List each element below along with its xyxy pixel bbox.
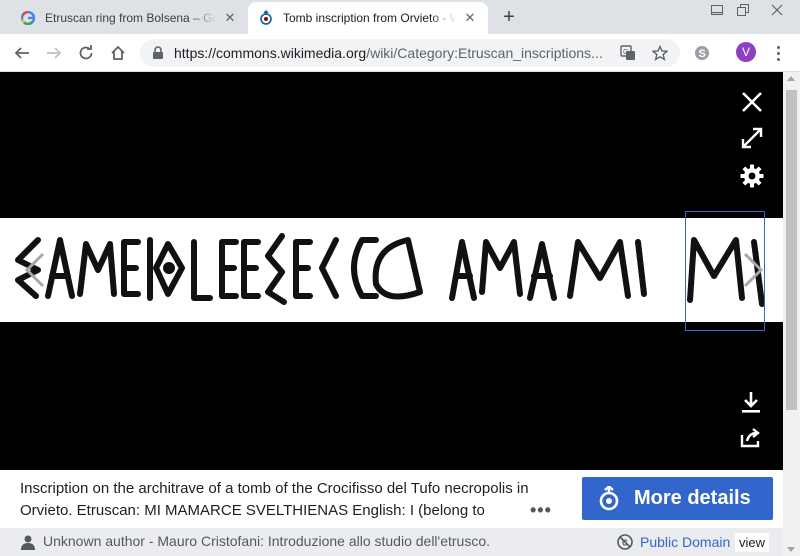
- author-credit: Unknown author - Mauro Cristofani: Intro…: [43, 533, 491, 549]
- close-tab-icon[interactable]: ✕: [222, 10, 238, 26]
- author-user-icon: [21, 535, 35, 550]
- minimize-icon[interactable]: [704, 0, 730, 20]
- more-details-label: More details: [634, 487, 751, 509]
- more-details-button[interactable]: More details: [582, 477, 773, 520]
- close-viewer-icon[interactable]: [738, 88, 766, 116]
- commons-logo-icon: [599, 485, 619, 510]
- fullscreen-icon[interactable]: [738, 124, 766, 152]
- bookmark-star-icon[interactable]: [648, 39, 672, 67]
- tab-strip: Etruscan ring from Bolsena – Google Sear…: [0, 0, 800, 34]
- tab-title: Tomb inscription from Orvieto - Wikimedi…: [283, 11, 456, 25]
- tab-wikimedia-commons[interactable]: Tomb inscription from Orvieto - Wikimedi…: [248, 2, 488, 34]
- window-close-icon[interactable]: [762, 0, 792, 20]
- inscription-image: [0, 218, 783, 322]
- browser-menu-icon[interactable]: [770, 42, 786, 64]
- expand-caption-ellipsis-icon[interactable]: •••: [530, 500, 552, 521]
- close-tab-icon[interactable]: ✕: [462, 10, 478, 26]
- credit-bar: Unknown author - Mauro Cristofani: Intro…: [0, 528, 783, 556]
- download-icon[interactable]: [737, 388, 765, 416]
- browser-toolbar: https://commons.wikimedia.org/wiki/Categ…: [0, 34, 800, 72]
- address-bar[interactable]: https://commons.wikimedia.org/wiki/Categ…: [140, 39, 680, 67]
- wikimedia-icon: [258, 10, 274, 26]
- svg-text:G: G: [623, 49, 628, 56]
- previous-image-chevron-icon[interactable]: [20, 250, 50, 290]
- scroll-down-arrow-icon[interactable]: [787, 547, 795, 552]
- next-image-chevron-icon[interactable]: [738, 250, 768, 290]
- url-host: https://commons.wikimedia.org: [174, 45, 367, 61]
- image-caption: Inscription on the architrave of a tomb …: [20, 478, 560, 522]
- image-info-panel: Inscription on the architrave of a tomb …: [0, 470, 783, 528]
- svg-text:C: C: [622, 539, 628, 548]
- public-domain-icon: C: [617, 534, 633, 550]
- skype-extension-icon[interactable]: S: [692, 43, 712, 63]
- caption-text: Inscription on the architrave of a tomb …: [20, 480, 529, 519]
- license-link[interactable]: Public Domain: [640, 534, 730, 550]
- scroll-up-arrow-icon[interactable]: [787, 76, 795, 81]
- settings-gear-icon[interactable]: [738, 162, 766, 190]
- forward-arrow-icon[interactable]: [42, 41, 66, 65]
- scroll-thumb[interactable]: [786, 90, 797, 410]
- home-icon[interactable]: [106, 41, 130, 65]
- back-arrow-icon[interactable]: [10, 41, 34, 65]
- lock-icon: [153, 46, 163, 59]
- share-icon[interactable]: [737, 424, 765, 452]
- new-tab-plus-icon[interactable]: +: [498, 6, 520, 28]
- translate-icon[interactable]: G: [616, 39, 640, 67]
- view-license-button[interactable]: view: [734, 532, 771, 553]
- tab-google-search[interactable]: Etruscan ring from Bolsena – Google Sear…: [10, 2, 248, 34]
- svg-text:S: S: [699, 48, 706, 60]
- tab-title: Etruscan ring from Bolsena – Google Sear…: [45, 11, 216, 25]
- page-scrollbar[interactable]: [783, 72, 800, 556]
- reload-icon[interactable]: [74, 41, 98, 65]
- profile-avatar[interactable]: V: [736, 42, 756, 62]
- google-icon: [20, 10, 36, 26]
- restore-icon[interactable]: [730, 0, 756, 20]
- etruscan-inscription-graphic: [15, 233, 765, 307]
- url-path: /wiki/Category:Etruscan_inscriptions...: [366, 45, 603, 61]
